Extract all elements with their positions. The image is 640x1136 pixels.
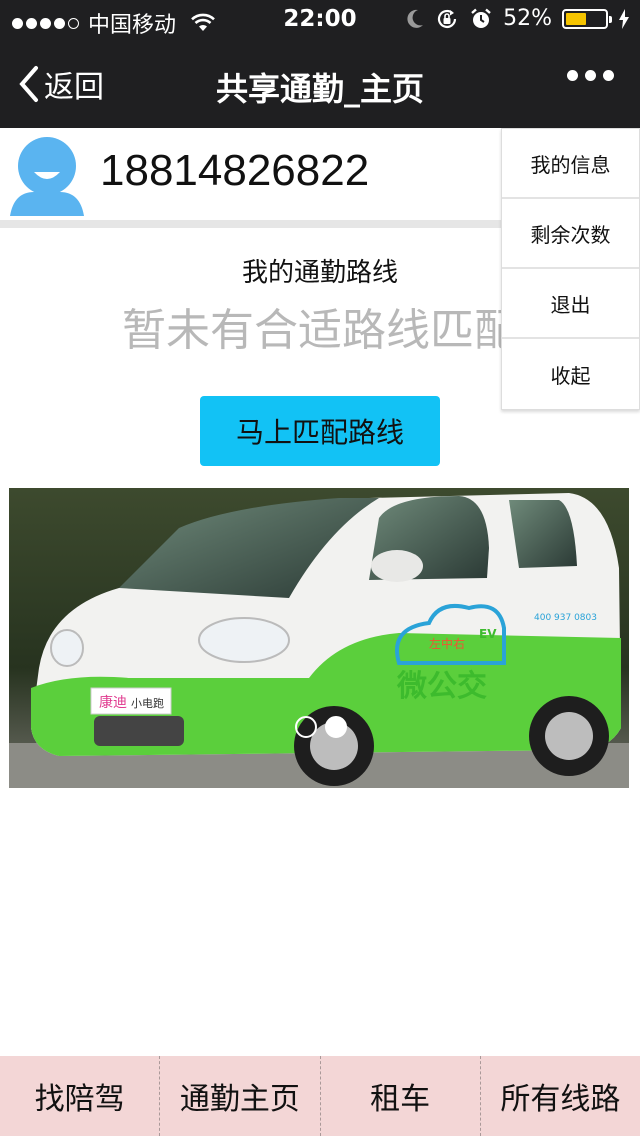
car-logo-text: 微公交 <box>396 669 487 704</box>
car-logo-badge: EV <box>479 627 497 641</box>
car-photo: 康迪 小电跑 微公交 左中右 EV 400 937 0803 <box>9 488 629 788</box>
charging-icon <box>619 8 629 29</box>
moon-icon <box>407 9 424 28</box>
tab-commute-home[interactable]: 通勤主页 <box>160 1056 321 1136</box>
more-dot <box>603 70 614 81</box>
tab-find-driver[interactable]: 找陪驾 <box>0 1056 161 1136</box>
menu-item-my-info[interactable]: 我的信息 <box>502 129 639 199</box>
battery-tip <box>609 15 612 23</box>
menu-item-remaining-count[interactable]: 剩余次数 <box>502 199 639 269</box>
rotation-lock-icon <box>438 9 457 28</box>
more-dot <box>567 70 578 81</box>
status-right: 52% <box>405 6 630 31</box>
carousel-dot[interactable] <box>295 716 317 738</box>
car-phone-text: 400 937 0803 <box>534 613 597 623</box>
popup-menu: 我的信息 剩余次数 退出 收起 <box>501 128 640 410</box>
car-logo-top: 左中右 <box>429 636 465 651</box>
battery-percent: 52% <box>503 6 552 31</box>
nav-bar: 返回 共享通勤_主页 <box>0 40 640 128</box>
more-dot <box>585 70 596 81</box>
banner-carousel[interactable]: 康迪 小电跑 微公交 左中右 EV 400 937 0803 <box>9 488 629 788</box>
match-route-button[interactable]: 马上匹配路线 <box>200 396 440 466</box>
user-phone: 18814826822 <box>100 146 370 195</box>
more-dots-icon[interactable] <box>567 70 614 81</box>
tab-bar: 找陪驾 通勤主页 租车 所有线路 <box>0 1056 640 1136</box>
menu-item-collapse[interactable]: 收起 <box>502 339 639 409</box>
alarm-icon <box>471 8 491 28</box>
carousel-dot-active[interactable] <box>325 716 347 738</box>
page-title: 共享通勤_主页 <box>215 70 424 108</box>
car-plate-text: 康迪 <box>99 694 127 711</box>
carousel-dots <box>295 716 347 738</box>
tab-rent-car[interactable]: 租车 <box>321 1056 481 1136</box>
menu-item-logout[interactable]: 退出 <box>502 269 639 339</box>
status-bar: 中国移动 22:00 52% <box>0 0 640 40</box>
battery-fill <box>566 12 586 25</box>
car-plate-text2: 小电跑 <box>131 696 164 710</box>
user-avatar-icon[interactable] <box>4 132 90 218</box>
tab-all-routes[interactable]: 所有线路 <box>481 1056 640 1136</box>
battery-icon <box>562 8 612 29</box>
